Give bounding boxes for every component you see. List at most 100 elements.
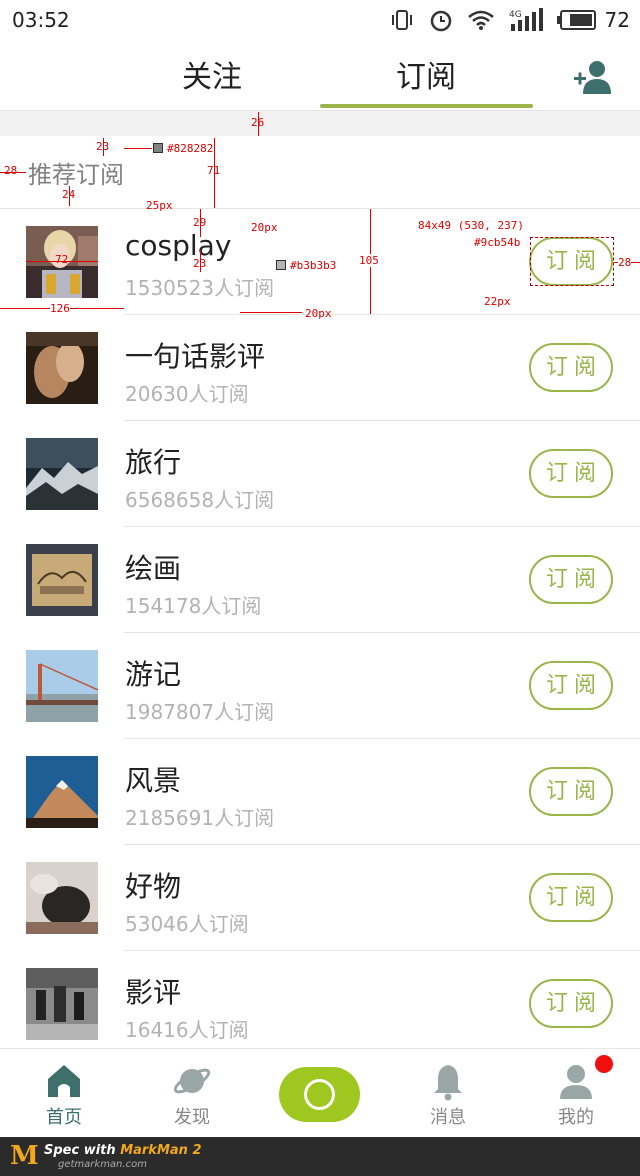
footer-banner: M Spec with MarkMan 2 getmarkman.com [0,1137,640,1176]
network-type: 4G [509,10,522,20]
battery-icon [556,10,596,30]
list-item[interactable]: 一句话影评 20630人订阅 订阅 [0,315,640,421]
battery-level: 72 [604,8,630,32]
annotation-line [240,312,302,313]
annotation-label: 126 [50,302,70,315]
status-time: 03:52 [12,8,70,32]
wifi-icon [467,10,494,30]
thumbnail [26,544,98,616]
alarm-icon [430,10,451,32]
nav-label: 我的 [558,1107,594,1128]
list-item[interactable]: 游记 1987807人订阅 订阅 [0,633,640,739]
list-item[interactable]: 影评 16416人订阅 订阅 [0,951,640,1057]
subscribe-button[interactable]: 订阅 [529,661,613,710]
item-name: 游记 [125,658,182,691]
nav-label: 首页 [46,1107,82,1128]
planet-icon [173,1068,211,1094]
nav-item-home[interactable]: 首页 [0,1049,128,1138]
annotation-label: 24 [62,188,76,201]
subscribe-button[interactable]: 订阅 [529,449,613,498]
annotation-label: 72 [55,253,69,266]
nav-item-discover[interactable]: 发现 [128,1049,256,1138]
nav-item-mine[interactable]: 我的 [512,1049,640,1138]
subscriber-count: 53046人订阅 [125,912,249,936]
section-spacer [0,110,640,136]
list-item[interactable]: 旅行 6568658人订阅 订阅 [0,421,640,527]
home-icon [48,1065,80,1097]
thumbnail [26,862,98,934]
active-tab-indicator [320,104,533,108]
vibrate-icon [391,10,412,30]
nav-label: 发现 [174,1107,210,1128]
thumbnail [26,756,98,828]
section-title: 推荐订阅 [28,161,124,189]
subscriber-count: 20630人订阅 [125,382,249,406]
subscribe-button[interactable]: 订阅 [529,979,613,1028]
item-name: 一句话影评 [125,340,266,373]
annotation-label: 22px [484,295,511,308]
subscriber-count: 1530523人订阅 [125,276,275,300]
annotation-label: 28 [618,256,632,269]
subscribe-button[interactable]: 订阅 [529,343,613,392]
annotation-label: 26 [251,116,265,129]
subscribe-button[interactable]: 订阅 [529,555,613,604]
add-friend-icon[interactable] [572,60,612,94]
list-item[interactable]: 绘画 154178人订阅 订阅 [0,527,640,633]
annotation-label: 25px [146,199,173,212]
item-name: 影评 [125,976,182,1009]
subscriber-count: 16416人订阅 [125,1018,249,1042]
annotation-label: 105 [359,254,379,267]
annotation-label: 20px [305,307,332,320]
annotation-label: #9cb54b [474,236,521,249]
thumbnail [26,438,98,510]
annotation-box [530,237,614,286]
tab-subscribe[interactable]: 订阅 [396,52,456,96]
annotation-label: 71 [207,164,221,177]
footer-text: Spec with MarkMan 2 [44,1143,202,1158]
camera-ring-icon [304,1079,335,1110]
annotation-label: #b3b3b3 [276,259,336,272]
annotation-label: 29 [193,216,207,229]
annotation-label: #828282 [153,142,213,155]
annotation-line [0,172,26,173]
subscription-list: cosplay 1530523人订阅 订阅 一句话影评 20630人订阅 订阅 [0,209,640,1057]
annotation-label: 23 [96,140,110,153]
item-name: 好物 [125,870,182,903]
list-item[interactable]: 好物 53046人订阅 订阅 [0,845,640,951]
profile-icon [560,1065,592,1099]
list-item[interactable]: 风景 2185691人订阅 订阅 [0,739,640,845]
annotation-label: 28 [4,164,18,177]
item-name: 旅行 [125,446,182,479]
annotation-label: 23 [193,257,207,270]
notification-badge [595,1055,613,1073]
annotation-label: 84x49 (530, 237) [418,219,524,232]
thumbnail [26,650,98,722]
thumbnail [26,968,98,1040]
signal-icon: 4G [509,8,543,31]
subscriber-count: 154178人订阅 [125,594,262,618]
annotation-label: 20px [251,221,278,234]
nav-item-messages[interactable]: 消息 [384,1049,512,1138]
footer-site: getmarkman.com [58,1159,147,1170]
annotation-line [124,148,152,149]
bottom-nav: 首页 发现 消息 我的 [0,1048,640,1137]
status-bar: 03:52 4G 72 [0,0,640,40]
capture-button[interactable] [279,1067,360,1122]
item-name: 风景 [125,764,182,797]
bell-icon [434,1065,462,1101]
markman-logo: M [10,1141,39,1171]
subscribe-button[interactable]: 订阅 [529,767,613,816]
subscribe-button[interactable]: 订阅 [529,873,613,922]
subscriber-count: 1987807人订阅 [125,700,275,724]
thumbnail [26,332,98,404]
subscriber-count: 6568658人订阅 [125,488,275,512]
color-swatch [153,143,163,153]
subscriber-count: 2185691人订阅 [125,806,275,830]
item-name: cosplay [125,229,232,262]
nav-label: 消息 [430,1107,466,1128]
item-name: 绘画 [125,552,182,585]
top-tab-bar: 关注 订阅 [0,40,640,110]
tab-follow[interactable]: 关注 [182,52,242,96]
status-icons: 4G 72 [389,6,630,34]
color-swatch [276,260,286,270]
